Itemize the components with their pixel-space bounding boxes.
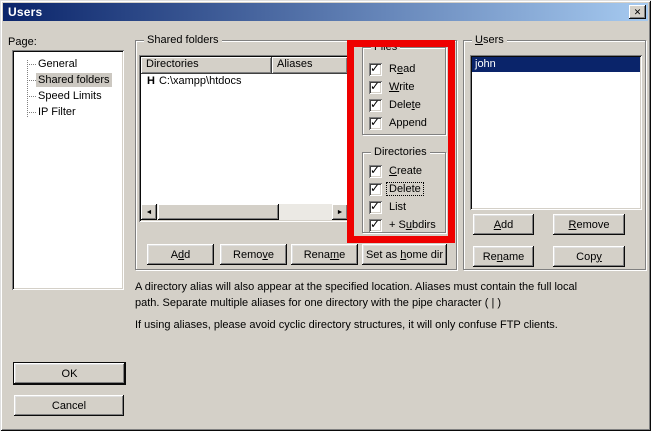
users-dialog: Users ✕ Page: General Shared folders Spe… <box>0 0 651 431</box>
alias-help-text-line1: A directory alias will also appear at th… <box>135 281 577 293</box>
rename-user-button[interactable]: Rename <box>473 246 534 267</box>
tree-connector-line <box>27 60 28 117</box>
scrollbar-thumb[interactable] <box>158 204 279 220</box>
scroll-left-arrow-icon[interactable]: ◄ <box>141 204 157 220</box>
page-item-ip-filter[interactable]: IP Filter <box>36 105 78 119</box>
horizontal-scrollbar[interactable]: ◄ ► <box>141 204 348 220</box>
users-group-title: Users <box>472 34 507 46</box>
ok-button[interactable]: OK <box>14 363 125 384</box>
remove-user-button[interactable]: Remove <box>553 214 625 235</box>
directory-path: C:\xampp\htdocs <box>159 75 242 87</box>
scroll-right-arrow-icon[interactable]: ► <box>332 204 348 220</box>
cyclic-warning-text: If using aliases, please avoid cyclic di… <box>135 319 558 331</box>
set-as-home-dir-button[interactable]: Set as home dir <box>362 244 447 265</box>
shared-folders-listview[interactable]: Directories Aliases HC:\xampp\htdocs ◄ ► <box>139 55 350 222</box>
add-folder-button[interactable]: Add <box>147 244 214 265</box>
copy-user-button[interactable]: Copy <box>553 246 625 267</box>
remove-folder-button[interactable]: Remove <box>220 244 287 265</box>
users-list[interactable]: john <box>470 55 642 210</box>
column-header-directories[interactable]: Directories <box>141 57 272 74</box>
page-item-general[interactable]: General <box>36 57 79 71</box>
tree-connector-stub <box>27 112 36 113</box>
rename-folder-button[interactable]: Rename <box>291 244 358 265</box>
close-icon[interactable]: ✕ <box>629 5 646 19</box>
alias-help-text-line2: path. Separate multiple aliases for one … <box>135 297 501 309</box>
directory-row[interactable]: HC:\xampp\htdocs <box>141 74 348 89</box>
column-header-aliases[interactable]: Aliases <box>272 57 348 74</box>
tree-connector-stub <box>27 96 36 97</box>
page-item-speed-limits[interactable]: Speed Limits <box>36 89 104 103</box>
add-user-button[interactable]: Add <box>473 214 534 235</box>
window-title: Users <box>8 5 42 19</box>
annotation-highlight-rectangle <box>347 40 455 243</box>
tree-connector-stub <box>27 64 36 65</box>
page-item-shared-folders[interactable]: Shared folders <box>36 73 112 87</box>
listview-header: Directories Aliases <box>141 57 348 74</box>
home-directory-marker: H <box>141 75 159 87</box>
user-row-john[interactable]: john <box>472 57 640 72</box>
page-list[interactable]: General Shared folders Speed Limits IP F… <box>12 50 124 290</box>
page-label: Page: <box>8 36 37 48</box>
shared-folders-group-title: Shared folders <box>144 34 222 46</box>
tree-connector-stub <box>27 80 36 81</box>
cancel-button[interactable]: Cancel <box>14 395 124 416</box>
titlebar[interactable]: Users <box>3 3 648 21</box>
